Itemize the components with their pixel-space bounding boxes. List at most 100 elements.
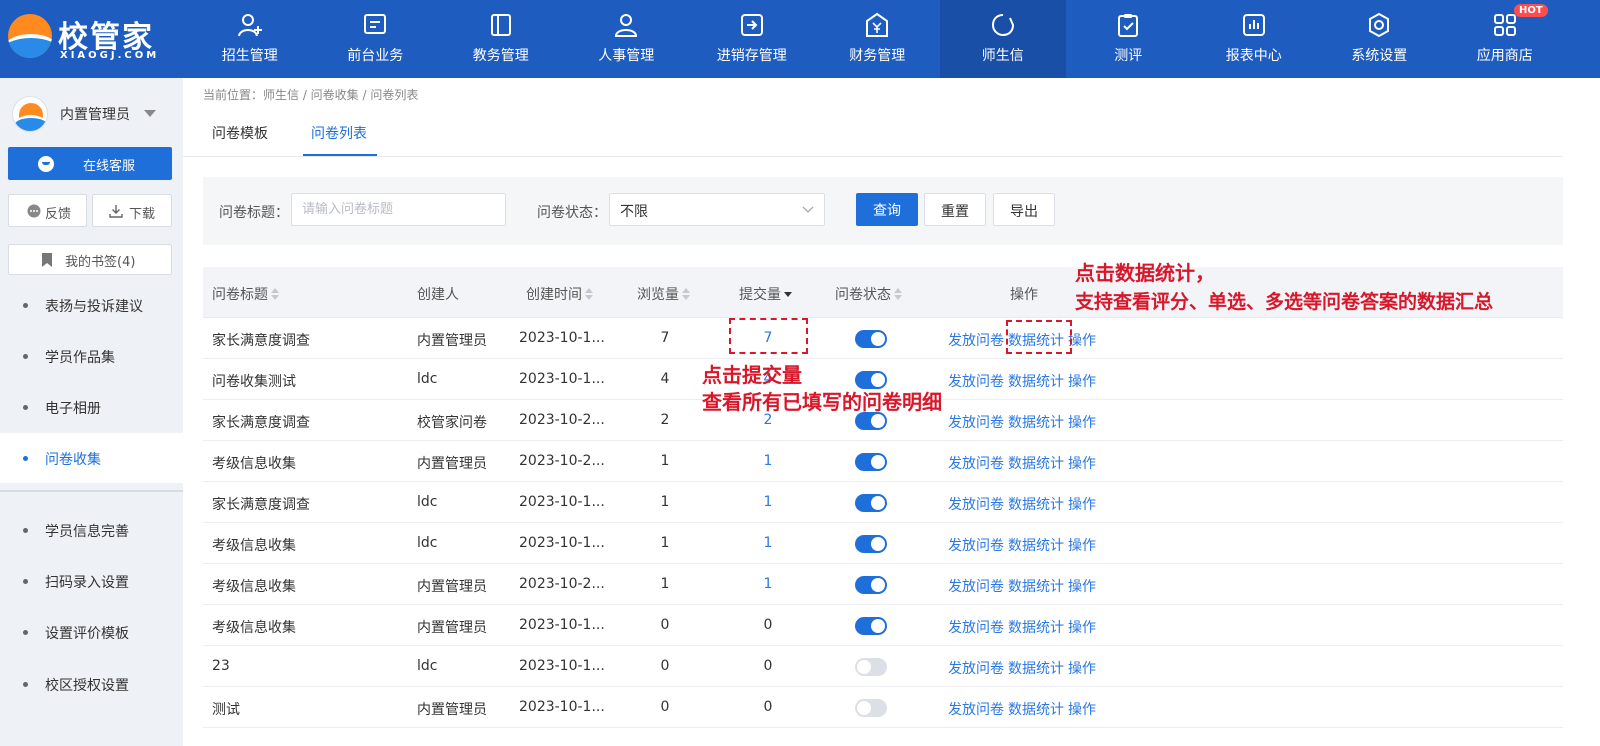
money-icon xyxy=(864,12,890,38)
status-toggle[interactable] xyxy=(855,617,887,635)
logo[interactable]: 校管家 XIAOGJ.COM xyxy=(8,10,168,66)
stats-link[interactable]: 数据统计 xyxy=(1008,497,1064,513)
status-toggle[interactable] xyxy=(855,535,887,553)
sidebar-item-label: 扫码录入设置 xyxy=(45,575,129,591)
feedback-button[interactable]: 反馈 xyxy=(8,194,87,227)
ops-link[interactable]: 操作 xyxy=(1068,702,1096,718)
nav-item-7[interactable]: 测评 xyxy=(1066,0,1192,78)
cell-title: 家长满意度调查 xyxy=(212,497,310,513)
status-select[interactable]: 不限 xyxy=(609,193,825,226)
sidebar-item-4[interactable]: 学员信息完善 xyxy=(0,505,183,555)
header-submits[interactable]: 提交量 xyxy=(739,284,792,304)
status-toggle[interactable] xyxy=(855,576,887,594)
nav-item-5[interactable]: 财务管理 xyxy=(815,0,941,78)
publish-link[interactable]: 发放问卷 xyxy=(948,415,1004,431)
nav-item-1[interactable]: 前台业务 xyxy=(313,0,439,78)
publish-link[interactable]: 发放问卷 xyxy=(948,538,1004,554)
top-navigation-bar: 校管家 XIAOGJ.COM 招生管理 前台业务 教务管理 人事管理 进销存管理 财务管理… xyxy=(0,0,1600,78)
cell-title: 家长满意度调查 xyxy=(212,415,310,431)
inventory-icon xyxy=(739,12,765,38)
stats-link[interactable]: 数据统计 xyxy=(1008,456,1064,472)
stats-link[interactable]: 数据统计 xyxy=(1008,661,1064,677)
tab-questionnaire-list[interactable]: 问卷列表 xyxy=(311,123,367,143)
row-actions: 发放问卷 数据统计 操作 xyxy=(948,658,1100,678)
export-button[interactable]: 导出 xyxy=(993,193,1055,226)
sidebar-item-3[interactable]: 问卷收集 xyxy=(0,433,183,483)
sidebar-item-2[interactable]: 电子相册 xyxy=(0,382,183,432)
publish-link[interactable]: 发放问卷 xyxy=(948,579,1004,595)
cell-views: 2 xyxy=(660,412,670,428)
bullet-icon xyxy=(23,405,28,410)
reset-button[interactable]: 重置 xyxy=(924,193,986,226)
table-row: 考级信息收集 ldc 2023-10-1... 1 1 发放问卷 数据统计 操作 xyxy=(203,523,1563,564)
cell-submits[interactable]: 1 xyxy=(738,453,798,469)
cell-title: 问卷收集测试 xyxy=(212,374,296,390)
nav-item-label: 系统设置 xyxy=(1351,48,1408,64)
user-profile[interactable]: 内置管理员 xyxy=(8,94,178,134)
nav-item-label: 应用商店 xyxy=(1476,48,1533,64)
header-status[interactable]: 问卷状态 xyxy=(835,284,902,304)
stats-link[interactable]: 数据统计 xyxy=(1008,415,1064,431)
query-button[interactable]: 查询 xyxy=(856,193,918,226)
sidebar-item-7[interactable]: 校区授权设置 xyxy=(0,659,183,709)
download-label: 下载 xyxy=(129,207,156,222)
nav-item-9[interactable]: 系统设置 xyxy=(1317,0,1443,78)
status-toggle[interactable] xyxy=(855,453,887,471)
stats-link[interactable]: 数据统计 xyxy=(1008,579,1064,595)
nav-item-4[interactable]: 进销存管理 xyxy=(689,0,815,78)
ops-link[interactable]: 操作 xyxy=(1068,538,1096,554)
publish-link[interactable]: 发放问卷 xyxy=(948,456,1004,472)
nav-item-8[interactable]: 报表中心 xyxy=(1191,0,1317,78)
sidebar-item-0[interactable]: 表扬与投诉建议 xyxy=(0,280,183,330)
ops-link[interactable]: 操作 xyxy=(1068,497,1096,513)
clipboard-icon xyxy=(1115,12,1141,38)
header-views[interactable]: 浏览量 xyxy=(637,284,690,304)
ops-link[interactable]: 操作 xyxy=(1068,415,1096,431)
settings-icon xyxy=(1366,12,1392,38)
tab-questionnaire-templates[interactable]: 问卷模板 xyxy=(212,123,268,143)
bookmark-icon xyxy=(42,253,52,267)
nav-item-3[interactable]: 人事管理 xyxy=(564,0,690,78)
online-service-button[interactable]: 在线客服 xyxy=(8,147,172,180)
stats-link[interactable]: 数据统计 xyxy=(1008,702,1064,718)
stats-link[interactable]: 数据统计 xyxy=(1008,374,1064,390)
ops-link[interactable]: 操作 xyxy=(1068,620,1096,636)
status-toggle[interactable] xyxy=(855,658,887,676)
cell-submits[interactable]: 1 xyxy=(738,535,798,551)
stats-link[interactable]: 数据统计 xyxy=(1008,620,1064,636)
title-filter-label: 问卷标题： xyxy=(219,205,289,221)
publish-link[interactable]: 发放问卷 xyxy=(948,374,1004,390)
cell-submits[interactable]: 1 xyxy=(738,576,798,592)
my-bookmarks-button[interactable]: 我的书签(4) xyxy=(8,244,172,275)
header-created-time[interactable]: 创建时间 xyxy=(526,284,593,304)
nav-item-10[interactable]: 应用商店 HOT xyxy=(1442,0,1568,78)
ops-link[interactable]: 操作 xyxy=(1068,456,1096,472)
sidebar-item-1[interactable]: 学员作品集 xyxy=(0,331,183,381)
ops-link[interactable]: 操作 xyxy=(1068,579,1096,595)
status-toggle[interactable] xyxy=(855,494,887,512)
stats-link[interactable]: 数据统计 xyxy=(1008,538,1064,554)
status-toggle[interactable] xyxy=(855,699,887,717)
publish-link[interactable]: 发放问卷 xyxy=(948,333,1004,349)
download-button[interactable]: 下载 xyxy=(92,194,172,227)
table-row: 考级信息收集 内置管理员 2023-10-1... 0 0 发放问卷 数据统计 操作 xyxy=(203,605,1563,646)
header-title[interactable]: 问卷标题 xyxy=(212,284,279,304)
publish-link[interactable]: 发放问卷 xyxy=(948,497,1004,513)
title-search-input[interactable] xyxy=(291,193,506,226)
publish-link[interactable]: 发放问卷 xyxy=(948,661,1004,677)
ops-link[interactable]: 操作 xyxy=(1068,661,1096,677)
publish-link[interactable]: 发放问卷 xyxy=(948,702,1004,718)
publish-link[interactable]: 发放问卷 xyxy=(948,620,1004,636)
ops-link[interactable]: 操作 xyxy=(1068,374,1096,390)
nav-item-0[interactable]: 招生管理 xyxy=(187,0,313,78)
status-toggle[interactable] xyxy=(855,371,887,389)
ops-link[interactable]: 操作 xyxy=(1068,333,1096,349)
sidebar-item-6[interactable]: 设置评价模板 xyxy=(0,607,183,657)
nav-item-2[interactable]: 教务管理 xyxy=(438,0,564,78)
nav-item-6[interactable]: 师生信 xyxy=(940,0,1066,78)
cell-title: 测试 xyxy=(212,702,240,718)
sidebar-item-5[interactable]: 扫码录入设置 xyxy=(0,556,183,606)
cell-views: 0 xyxy=(660,617,670,633)
status-toggle[interactable] xyxy=(855,330,887,348)
cell-submits[interactable]: 1 xyxy=(738,494,798,510)
